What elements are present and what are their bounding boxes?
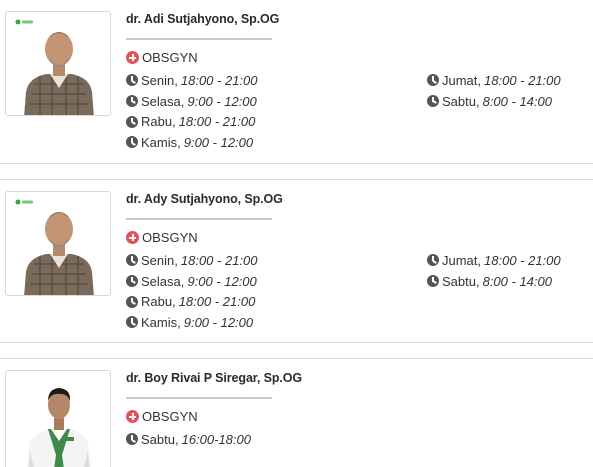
clock-icon (126, 254, 138, 267)
schedule-day: Rabu, (141, 294, 176, 310)
doctor-card[interactable]: dr. Adi Sutjahyono, Sp.OG OBSGYN Senin, 1… (0, 0, 593, 164)
clock-icon (427, 254, 439, 267)
doctor-name[interactable]: dr. Adi Sutjahyono, Sp.OG (126, 12, 279, 26)
schedule-day: Selasa, (141, 273, 185, 289)
specialty-label: OBSGYN (142, 409, 198, 424)
schedule-row: Sabtu, 16:00-18:00 (126, 429, 251, 450)
schedule-time: 18:00 - 21:00 (484, 252, 561, 268)
clock-icon (427, 275, 439, 288)
schedule-row: Rabu, 18:00 - 21:00 (126, 111, 258, 132)
schedule-row: Selasa, 9:00 - 12:00 (126, 91, 258, 112)
schedule-time: 9:00 - 12:00 (183, 134, 254, 150)
schedule-row: Jumat, 18:00 - 21:00 (427, 70, 561, 91)
clock-icon (126, 74, 138, 87)
schedule-left: Senin, 18:00 - 21:00 Selasa, 9:00 - 12:00 … (126, 70, 258, 153)
clock-icon (126, 136, 138, 149)
schedule-right: Jumat, 18:00 - 21:00 Sabtu, 8:00 - 14:00 (427, 250, 561, 291)
schedule-day: Sabtu, (141, 431, 179, 447)
schedule-row: Kamis, 9:00 - 12:00 (126, 312, 258, 333)
specialty: OBSGYN (126, 50, 198, 65)
schedule-row: Selasa, 9:00 - 12:00 (126, 271, 258, 292)
doctor-name[interactable]: dr. Boy Rivai P Siregar, Sp.OG (126, 371, 302, 385)
schedule-time: 8:00 - 14:00 (482, 273, 552, 289)
schedule-day: Jumat, (442, 72, 482, 88)
specialty: OBSGYN (126, 230, 198, 245)
schedule-time: 18:00 - 21:00 (180, 72, 258, 88)
clock-icon (427, 95, 439, 108)
schedule-day: Rabu, (141, 114, 176, 130)
doctor-photo[interactable] (5, 11, 111, 116)
schedule-time: 16:00-18:00 (181, 431, 251, 447)
schedule-day: Sabtu, (442, 273, 480, 289)
schedule-left: Sabtu, 16:00-18:00 (126, 429, 251, 450)
clock-icon (126, 316, 138, 329)
schedule-row: Sabtu, 8:00 - 14:00 (427, 91, 561, 112)
clock-icon (126, 275, 138, 288)
plus-circle-icon (126, 410, 139, 423)
schedule-row: Sabtu, 8:00 - 14:00 (427, 271, 561, 292)
doctor-name[interactable]: dr. Ady Sutjahyono, Sp.OG (126, 192, 283, 206)
schedule-row: Jumat, 18:00 - 21:00 (427, 250, 561, 271)
schedule-day: Senin, (141, 72, 178, 88)
doctor-card[interactable]: dr. Ady Sutjahyono, Sp.OG OBSGYN Senin, 1… (0, 179, 593, 343)
schedule-right: Jumat, 18:00 - 21:00 Sabtu, 8:00 - 14:00 (427, 70, 561, 111)
specialty: OBSGYN (126, 409, 198, 424)
plus-circle-icon (126, 231, 139, 244)
schedule-day: Senin, (141, 252, 178, 268)
schedule-day: Kamis, (141, 314, 181, 330)
schedule-day: Selasa, (141, 93, 185, 109)
schedule-time: 9:00 - 12:00 (183, 314, 254, 330)
schedule-day: Sabtu, (442, 93, 480, 109)
doctor-list: dr. Adi Sutjahyono, Sp.OG OBSGYN Senin, 1… (0, 0, 593, 467)
specialty-label: OBSGYN (142, 50, 198, 65)
schedule-row: Rabu, 18:00 - 21:00 (126, 291, 258, 312)
doctor-photo[interactable] (5, 191, 111, 296)
schedule-time: 18:00 - 21:00 (178, 114, 256, 130)
divider (126, 38, 272, 40)
clock-icon (427, 74, 439, 87)
clock-icon (126, 433, 138, 446)
schedule-time: 9:00 - 12:00 (187, 93, 257, 109)
schedule-time: 18:00 - 21:00 (178, 294, 256, 310)
schedule-time: 8:00 - 14:00 (482, 93, 552, 109)
schedule-day: Jumat, (442, 252, 482, 268)
clock-icon (126, 115, 138, 128)
schedule-time: 9:00 - 12:00 (187, 273, 257, 289)
schedule-day: Kamis, (141, 134, 181, 150)
schedule-row: Senin, 18:00 - 21:00 (126, 70, 258, 91)
divider (126, 218, 272, 220)
schedule-time: 18:00 - 21:00 (180, 252, 258, 268)
schedule-row: Kamis, 9:00 - 12:00 (126, 132, 258, 153)
schedule-time: 18:00 - 21:00 (484, 72, 561, 88)
clock-icon (126, 95, 138, 108)
clock-icon (126, 295, 138, 308)
plus-circle-icon (126, 51, 139, 64)
schedule-row: Senin, 18:00 - 21:00 (126, 250, 258, 271)
specialty-label: OBSGYN (142, 230, 198, 245)
divider (126, 397, 272, 399)
schedule-left: Senin, 18:00 - 21:00 Selasa, 9:00 - 12:00 … (126, 250, 258, 333)
doctor-card[interactable]: dr. Boy Rivai P Siregar, Sp.OG OBSGYN Sa… (0, 358, 593, 467)
doctor-photo[interactable] (5, 370, 111, 467)
